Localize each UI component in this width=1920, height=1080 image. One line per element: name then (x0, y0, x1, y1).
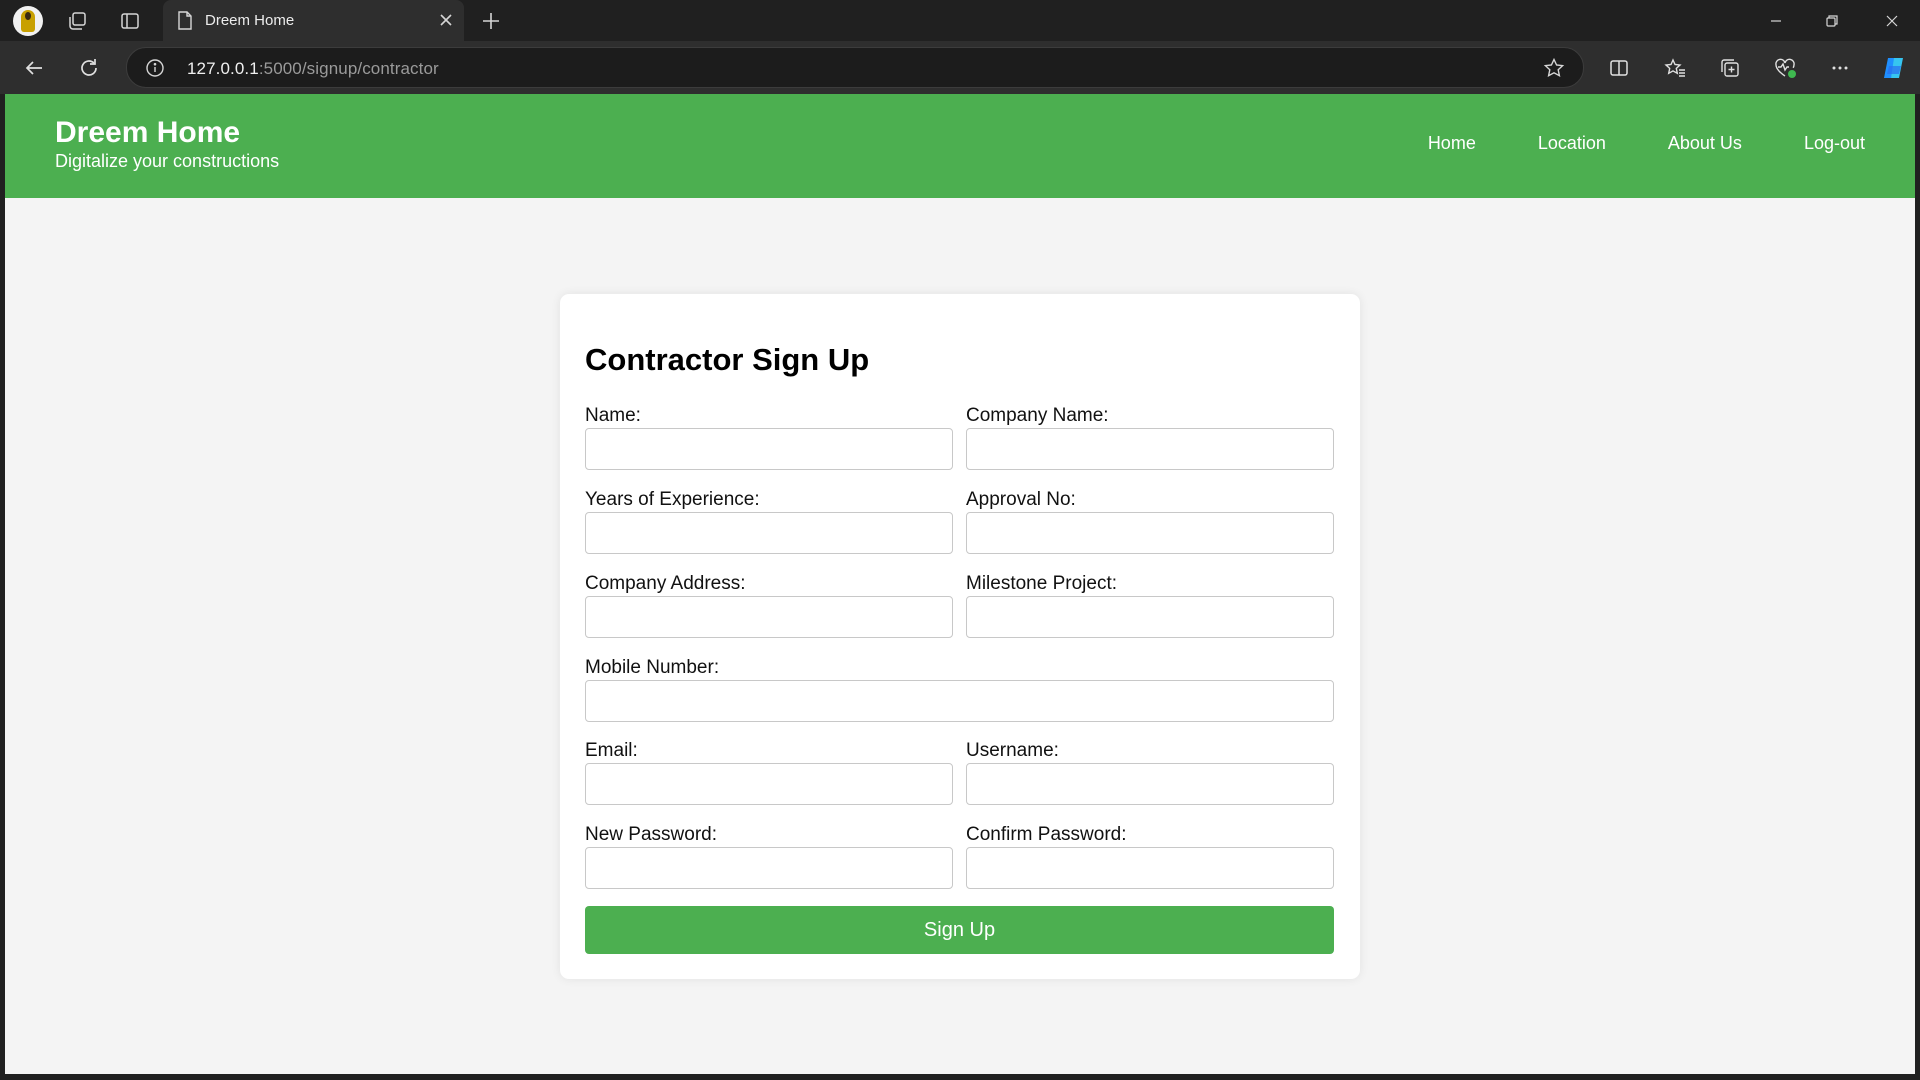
collections-icon[interactable] (1712, 50, 1748, 86)
new-password-input[interactable] (585, 847, 953, 889)
site-info-icon[interactable] (145, 58, 165, 78)
username-field-group: Username: (966, 739, 1334, 805)
site-nav: Home Location About Us Log-out (1428, 133, 1865, 154)
restore-icon[interactable] (1804, 0, 1860, 41)
page-viewport: Dreem Home Digitalize your constructions… (5, 94, 1915, 1074)
vertical-tabs-icon[interactable] (117, 8, 143, 34)
browser-tab-strip: Dreem Home (0, 0, 1920, 41)
brand: Dreem Home Digitalize your constructions (55, 116, 279, 172)
mobile-label: Mobile Number: (585, 657, 720, 678)
new-password-label: New Password: (585, 824, 717, 845)
url-text: 127.0.0.1:5000/signup/contractor (187, 59, 439, 78)
active-tab[interactable]: Dreem Home (163, 0, 464, 41)
experience-input[interactable] (585, 512, 953, 554)
reload-icon[interactable] (71, 50, 107, 86)
name-label: Name: (585, 405, 641, 426)
close-tab-icon[interactable] (436, 10, 456, 30)
milestone-project-field-group: Milestone Project: (966, 572, 1334, 638)
approval-no-input[interactable] (966, 512, 1334, 554)
nav-logout-link[interactable]: Log-out (1804, 133, 1865, 154)
form-title: Contractor Sign Up (585, 342, 870, 377)
copilot-icon[interactable] (1876, 50, 1912, 86)
close-window-icon[interactable] (1864, 0, 1920, 41)
nav-location-link[interactable]: Location (1538, 133, 1606, 154)
milestone-project-label: Milestone Project: (966, 573, 1118, 594)
email-input[interactable] (585, 763, 953, 805)
profile-avatar[interactable] (13, 6, 43, 36)
username-label: Username: (966, 740, 1059, 761)
browser-toolbar: 127.0.0.1:5000/signup/contractor (0, 41, 1920, 94)
signup-card: Contractor Sign Up Name: Company Name: Y… (560, 294, 1360, 979)
nav-about-link[interactable]: About Us (1668, 133, 1742, 154)
mobile-input[interactable] (585, 680, 1334, 722)
name-input[interactable] (585, 428, 953, 470)
confirm-password-field-group: Confirm Password: (966, 823, 1334, 889)
company-address-field-group: Company Address: (585, 572, 953, 638)
email-label: Email: (585, 740, 638, 761)
favorites-icon[interactable] (1657, 50, 1693, 86)
name-field-group: Name: (585, 404, 953, 470)
site-header: Dreem Home Digitalize your constructions… (5, 94, 1915, 198)
more-options-icon[interactable] (1822, 50, 1858, 86)
experience-label: Years of Experience: (585, 489, 760, 510)
new-password-field-group: New Password: (585, 823, 953, 889)
favorite-star-icon[interactable] (1543, 57, 1565, 79)
company-name-field-group: Company Name: (966, 404, 1334, 470)
brand-subtitle: Digitalize your constructions (55, 151, 280, 171)
back-arrow-icon[interactable] (16, 50, 52, 86)
mobile-field-group: Mobile Number: (585, 656, 1334, 722)
page-icon (178, 11, 192, 30)
confirm-password-input[interactable] (966, 847, 1334, 889)
username-input[interactable] (966, 763, 1334, 805)
confirm-password-label: Confirm Password: (966, 824, 1127, 845)
address-bar[interactable]: 127.0.0.1:5000/signup/contractor (126, 47, 1584, 88)
split-screen-icon[interactable] (1601, 50, 1637, 86)
tab-title: Dreem Home (205, 12, 295, 29)
workspaces-icon[interactable] (64, 8, 90, 34)
email-field-group: Email: (585, 739, 953, 805)
browser-essentials-icon[interactable] (1767, 50, 1803, 86)
experience-field-group: Years of Experience: (585, 488, 953, 554)
milestone-project-input[interactable] (966, 596, 1334, 638)
company-address-label: Company Address: (585, 573, 746, 594)
nav-home-link[interactable]: Home (1428, 133, 1476, 154)
company-name-input[interactable] (966, 428, 1334, 470)
new-tab-icon[interactable] (478, 8, 504, 34)
brand-title: Dreem Home (55, 116, 241, 149)
company-name-label: Company Name: (966, 405, 1109, 426)
company-address-input[interactable] (585, 596, 953, 638)
minimize-icon[interactable] (1748, 0, 1804, 41)
approval-no-label: Approval No: (966, 489, 1076, 510)
sign-up-button[interactable]: Sign Up (585, 906, 1334, 954)
approval-no-field-group: Approval No: (966, 488, 1334, 554)
